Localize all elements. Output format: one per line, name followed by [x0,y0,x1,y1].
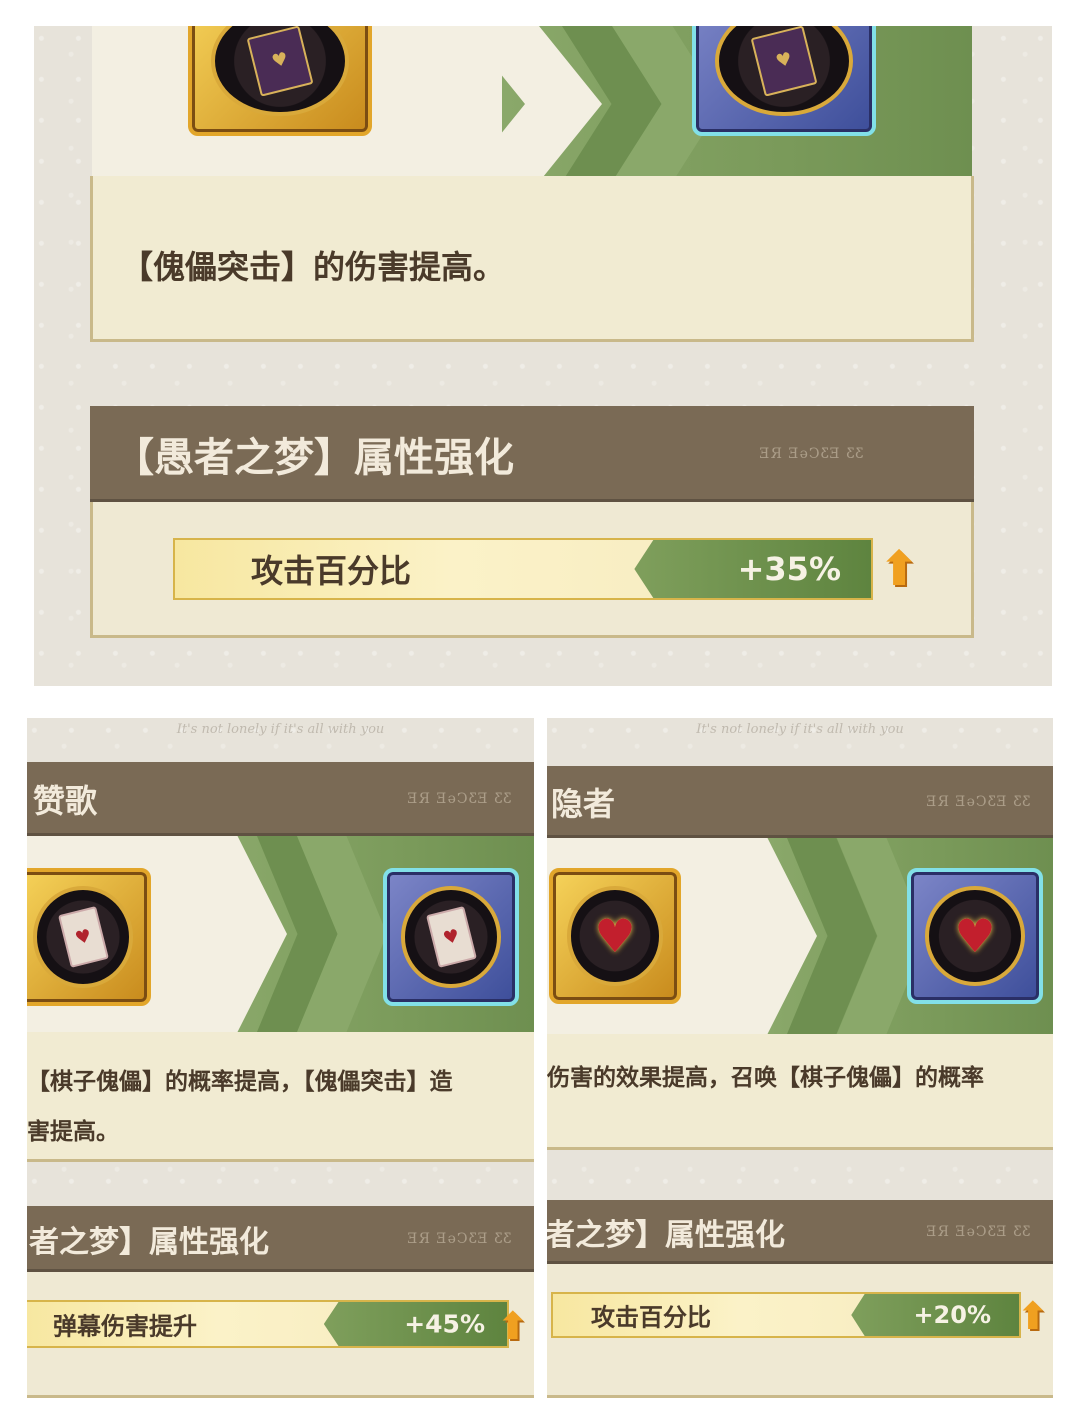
skill-icon-after[interactable]: ♥ [692,26,876,136]
stat-bar: 弹幕伤害提升 +45% [27,1300,509,1348]
tagline: It's not lonely if it's all with you [696,722,904,737]
skill-header: 隐者 ƎЯ ƎǝϽƸƎ ƸƸ [547,766,1053,838]
stat-bar: 攻击百分比 +35% [173,538,873,600]
heart-gem-icon: ♥ [594,908,636,963]
upgrade-comparison-row: ♥ ♥ [547,838,1053,1034]
upgrade-comparison-row: ♥ ♥ [27,836,534,1032]
skill-icon-before[interactable]: ♥ [27,868,151,1006]
card-icon: ♥ [57,906,109,968]
skill-upgrade-panel-top: ♥ ♥ 【傀儡突击】的伤害提高。 【愚者之梦】属性强化 ƎЯ ƎǝϽƸƎ ƸƸ … [34,26,1052,686]
stat-box: 弹幕伤害提升 +45% ⬆ [27,1272,534,1398]
card-icon: ♥ [425,906,477,968]
skill-title: 赞歌 [33,782,98,820]
header-decoration: ƎЯ ƎǝϽƸƎ ƸƸ [926,794,1031,810]
skill-icon-after[interactable]: ♥ [383,868,519,1006]
stat-value: +20% [913,1301,991,1329]
skill-icon-before[interactable]: ♥ [549,868,681,1004]
upgrade-comparison-row: ♥ ♥ [92,26,972,182]
card-icon: ♥ [750,26,818,97]
description-box: 【傀儡突击】的伤害提高。 [90,176,974,342]
stat-label: 攻击百分比 [251,552,412,590]
skill-description-line1: 【棋子傀儡】的概率提高，【傀儡突击】造 [27,1068,453,1095]
arrow-up-icon: ⬆ [497,1304,529,1348]
header-decoration: ƎЯ ƎǝϽƸƎ ƸƸ [926,1224,1031,1240]
section-header: 者之梦】属性强化 ƎЯ ƎǝϽƸƎ ƸƸ [547,1200,1053,1264]
skill-icon-before[interactable]: ♥ [188,26,372,136]
stat-value: +35% [737,550,841,588]
stat-label: 攻击百分比 [591,1302,711,1332]
stat-label: 弹幕伤害提升 [53,1311,197,1341]
skill-icon-after[interactable]: ♥ [907,868,1043,1004]
skill-title: 隐者 [551,785,616,823]
stat-box: 攻击百分比 +35% ⬆ [90,502,974,638]
section-header: 【愚者之梦】属性强化 ƎЯ ƎǝϽƸƎ ƸƸ [90,406,974,502]
skill-upgrade-panel-right: It's not lonely if it's all with you 隐者 … [547,718,1053,1398]
heart-gem-icon: ♥ [954,908,996,963]
arrow-up-icon: ⬆ [1017,1294,1049,1338]
stat-bar: 攻击百分比 +20% [551,1292,1021,1338]
section-title: 者之梦】属性强化 [547,1218,785,1253]
skill-description-line2: 害提高。 [27,1118,119,1145]
arrow-up-icon: ⬆ [879,541,920,597]
header-decoration: ƎЯ ƎǝϽƸƎ ƸƸ [407,1231,512,1247]
skill-description-line1: 伤害的效果提高，召唤【棋子傀儡】的概率 [547,1064,984,1091]
stat-box: 攻击百分比 +20% ⬆ [547,1264,1053,1398]
card-icon: ♥ [246,26,314,97]
header-decoration: ƎЯ ƎǝϽƸƎ ƸƸ [407,791,512,807]
skill-header: 赞歌 ƎЯ ƎǝϽƸƎ ƸƸ [27,762,534,836]
tagline: It's not lonely if it's all with you [176,722,385,737]
stat-value: +45% [404,1309,485,1339]
description-box: 【棋子傀儡】的概率提高，【傀儡突击】造 害提高。 [27,1032,534,1162]
header-decoration: ƎЯ ƎǝϽƸƎ ƸƸ [759,446,864,462]
skill-upgrade-panel-left: It's not lonely if it's all with you 赞歌 … [27,718,534,1398]
section-title: 者之梦】属性强化 [29,1225,269,1260]
description-box: 伤害的效果提高，召唤【棋子傀儡】的概率 [547,1034,1053,1150]
skill-description: 【傀儡突击】的伤害提高。 [121,248,506,286]
section-header: 者之梦】属性强化 ƎЯ ƎǝϽƸƎ ƸƸ [27,1206,534,1272]
section-title: 【愚者之梦】属性强化 [114,434,514,481]
